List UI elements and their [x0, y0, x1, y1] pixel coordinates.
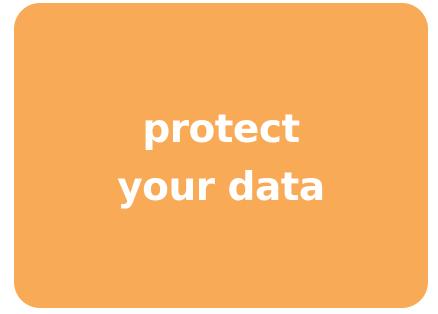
card-text-line-1: protect [142, 106, 300, 152]
card-text-line-2: your data [117, 164, 325, 210]
promo-card: protect your data [14, 3, 428, 308]
card-text: protect your data [117, 101, 325, 217]
